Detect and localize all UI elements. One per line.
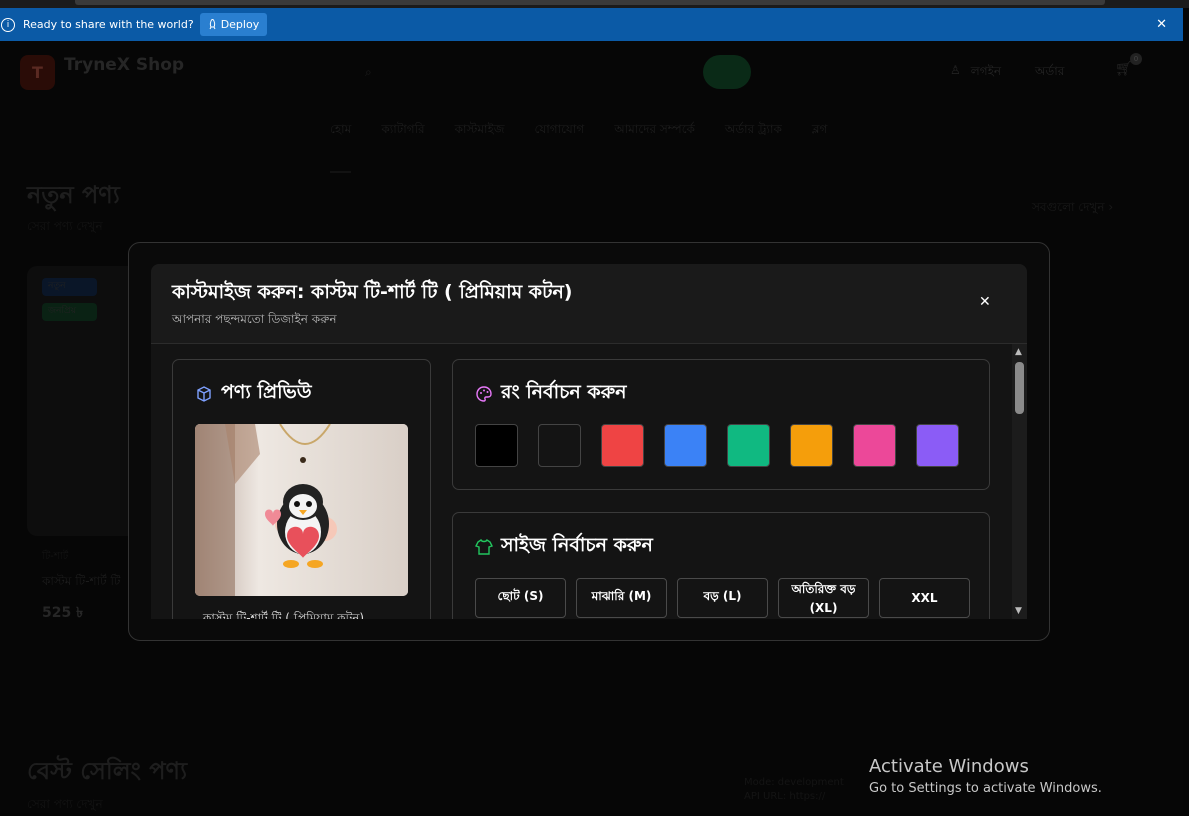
size-button-s[interactable]: ছোট (S): [475, 578, 566, 618]
deploy-button[interactable]: Deploy: [199, 13, 268, 36]
color-heading: রং নির্বাচন করুন: [475, 378, 627, 410]
top-scroll-bar: [75, 0, 1105, 5]
new-badge: নতুন: [42, 278, 97, 296]
color-swatches: [475, 424, 959, 467]
main-nav: হোম ক্যাটাগরি কাস্টমাইজ যোগাযোগ আমাদের স…: [330, 121, 827, 173]
popular-badge: জনপ্রিয়: [42, 303, 97, 321]
new-products-title: নতুন পণ্য: [27, 181, 120, 209]
nav-item-category[interactable]: ক্যাটাগরি: [381, 121, 424, 173]
brand-name[interactable]: TryneX Shop: [64, 55, 184, 75]
size-button-m[interactable]: মাঝারি (M): [576, 578, 667, 618]
nav-item-customize[interactable]: কাস্টমাইজ: [455, 121, 505, 173]
preview-title: পণ্য প্রিভিউ: [221, 381, 312, 403]
product-category: টি-শার্ট: [42, 551, 69, 562]
color-selection-panel: রং নির্বাচন করুন: [452, 359, 990, 490]
info-icon: i: [1, 17, 15, 32]
modal-title: কাস্টমাইজ করুন: কাস্টম টি-শার্ট টি ( প্র…: [172, 281, 573, 303]
modal-header: কাস্টমাইজ করুন: কাস্টম টি-শার্ট টি ( প্র…: [151, 264, 1027, 344]
nav-item-home[interactable]: হোম: [330, 121, 352, 173]
size-options: ছোট (S) মাঝারি (M) বড় (L) অতিরিক্ত বড় …: [475, 578, 970, 618]
dev-api-url: API URL: https://: [744, 791, 826, 802]
color-swatch-green[interactable]: [727, 424, 770, 467]
best-selling-title: বেস্ট সেলিং পণ্য: [27, 757, 188, 785]
modal-close-icon[interactable]: ✕: [979, 294, 991, 310]
modal-subtitle: আপনার পছন্দমতো ডিজাইন করুন: [172, 312, 337, 326]
palette-icon: [476, 386, 492, 402]
customize-modal: কাস্টমাইজ করুন: কাস্টম টি-শার্ট টি ( প্র…: [151, 264, 1027, 619]
cart-icon[interactable]: 🛒︎: [1115, 61, 1133, 77]
shirt-icon: [475, 538, 493, 555]
login-label: লগইন: [970, 64, 1001, 78]
orders-link[interactable]: অর্ডার: [1035, 63, 1064, 83]
size-button-xl[interactable]: অতিরিক্ত বড় (XL): [778, 578, 869, 618]
close-icon[interactable]: ✕: [1156, 17, 1167, 32]
color-swatch-charcoal[interactable]: [538, 424, 581, 467]
nav-item-about[interactable]: আমাদের সম্পর্কে: [614, 121, 695, 173]
user-icon: ♙: [950, 63, 961, 77]
best-selling-subtitle: সেরা পণ্য দেখুন: [27, 797, 103, 811]
search-icon: ⌕: [365, 64, 372, 79]
nav-item-contact[interactable]: যোগাযোগ: [535, 121, 585, 173]
scroll-down-arrow[interactable]: ▼: [1015, 606, 1022, 616]
deploy-banner: i Ready to share with the world? Deploy …: [0, 8, 1183, 41]
cart-count-badge: 0: [1130, 53, 1142, 65]
shop-logo[interactable]: T: [20, 55, 55, 90]
login-link[interactable]: ♙ লগইন: [950, 63, 1001, 83]
rocket-icon: [209, 19, 216, 30]
preview-heading: পণ্য প্রিভিউ: [195, 378, 312, 410]
scroll-up-arrow[interactable]: ▲: [1015, 347, 1022, 357]
box-icon: [197, 386, 211, 402]
search-input[interactable]: ⌕: [355, 59, 685, 85]
dev-info: Mode: development API URL: https://: [744, 776, 844, 804]
dev-mode: Mode: development: [744, 777, 844, 788]
color-swatch-red[interactable]: [601, 424, 644, 467]
color-swatch-orange[interactable]: [790, 424, 833, 467]
nav-item-blog[interactable]: ব্লগ: [812, 121, 828, 173]
color-swatch-black[interactable]: [475, 424, 518, 467]
deploy-label: Deploy: [220, 18, 260, 31]
windows-activation-watermark: Activate Windows Go to Settings to activ…: [869, 756, 1102, 796]
browser-top-strip: [0, 0, 1189, 8]
product-price: 525 ৳: [42, 605, 84, 621]
product-name[interactable]: কাস্টম টি-শার্ট টি: [42, 573, 120, 593]
modal-scrollbar[interactable]: ▲ ▼: [1012, 344, 1027, 619]
scroll-thumb[interactable]: [1015, 362, 1024, 414]
activation-title: Activate Windows: [869, 756, 1029, 777]
search-button[interactable]: [703, 55, 751, 89]
deploy-message: Ready to share with the world?: [23, 18, 194, 31]
color-swatch-purple[interactable]: [916, 424, 959, 467]
color-title: রং নির্বাচন করুন: [501, 381, 627, 403]
preview-caption: কাস্টম টি-শার্ট টি ( প্রিমিয়াম কটন): [203, 611, 365, 619]
new-products-subtitle: সেরা পণ্য দেখুন: [27, 219, 103, 233]
view-all-link[interactable]: সবগুলো দেখুন ›: [1032, 199, 1113, 219]
size-heading: সাইজ নির্বাচন করুন: [475, 531, 653, 563]
size-title: সাইজ নির্বাচন করুন: [501, 534, 653, 556]
size-button-l[interactable]: বড় (L): [677, 578, 768, 618]
nav-item-track-order[interactable]: অর্ডার ট্র্যাক: [725, 121, 782, 173]
activation-subtitle: Go to Settings to activate Windows.: [869, 781, 1102, 796]
color-swatch-pink[interactable]: [853, 424, 896, 467]
tshirt-preview-image: [195, 424, 408, 596]
product-preview-panel: পণ্য প্রিভিউ কাস্টম টি-শার্ট টি (প্রিমি…: [172, 359, 431, 619]
view-all-label: সবগুলো দেখুন: [1032, 200, 1105, 214]
size-button-xxl[interactable]: XXL: [879, 578, 970, 618]
color-swatch-blue[interactable]: [664, 424, 707, 467]
size-selection-panel: সাইজ নির্বাচন করুন ছোট (S) মাঝারি (M) বড…: [452, 512, 990, 619]
